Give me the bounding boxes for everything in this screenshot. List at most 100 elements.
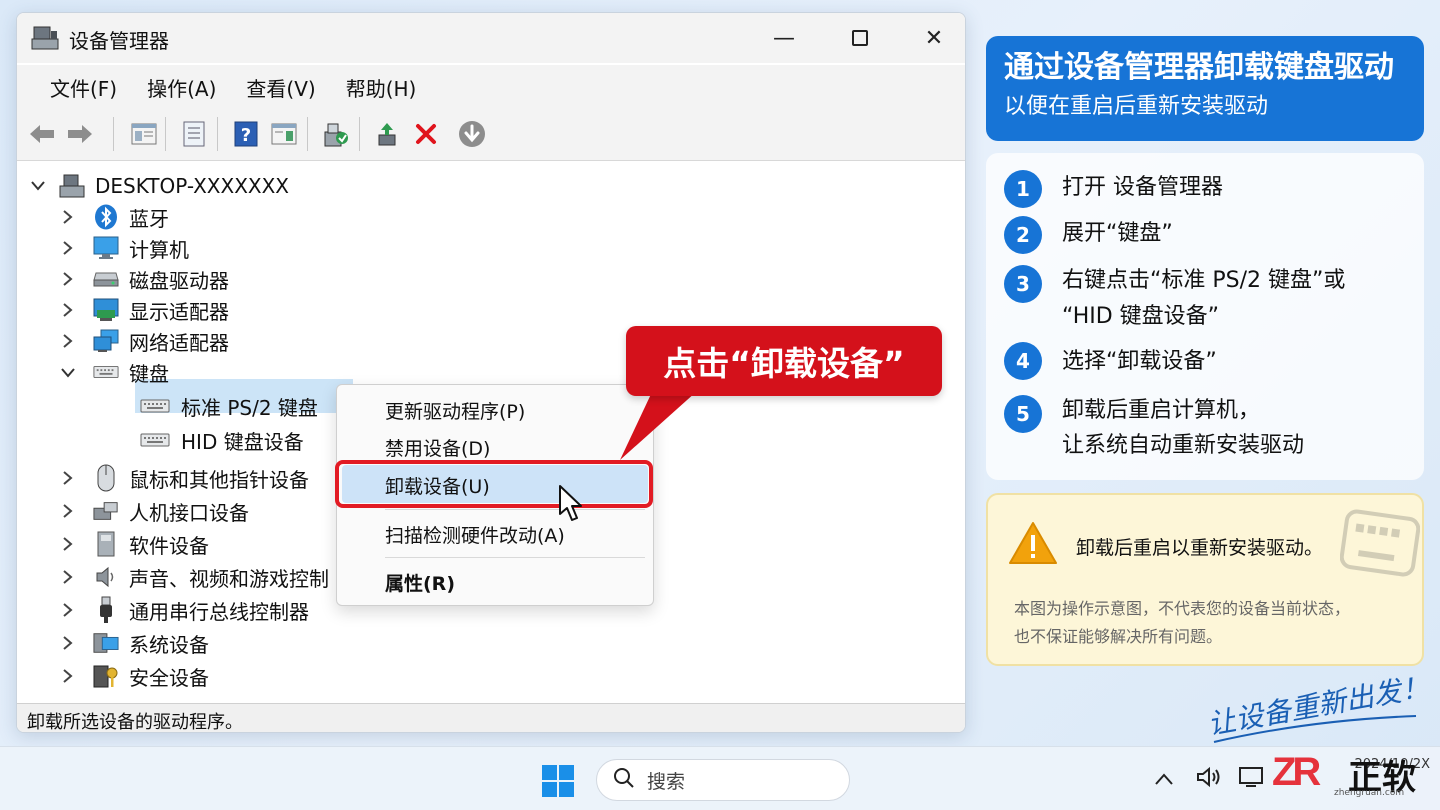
back-arrow-icon[interactable] [27, 119, 57, 149]
step-number: 3 [1004, 265, 1042, 303]
network-icon[interactable] [1238, 765, 1266, 796]
chevron-right-icon[interactable] [61, 537, 75, 551]
window-title: 设备管理器 [69, 29, 169, 53]
network-adapter-icon [93, 328, 119, 354]
security-key-icon [93, 663, 119, 689]
minimize-button[interactable]: — [761, 21, 807, 55]
menu-action[interactable]: 操作(A) [132, 65, 231, 105]
console-tree-icon[interactable] [129, 119, 159, 149]
chevron-up-icon[interactable] [1154, 767, 1174, 791]
tree-item-label: 通用串行总线控制器 [129, 599, 309, 624]
speaker-icon [93, 564, 119, 590]
disable-device-icon[interactable] [457, 119, 487, 149]
update-driver-icon[interactable] [373, 119, 403, 149]
tree-item-network[interactable]: 网络适配器 [93, 326, 229, 356]
menu-bar: 文件(F) 操作(A) 查看(V) 帮助(H) [17, 65, 965, 105]
menu-separator [385, 557, 645, 558]
windows-start-icon[interactable] [542, 765, 574, 797]
menu-update-driver[interactable]: 更新驱动程序(P) [385, 397, 525, 424]
menu-view[interactable]: 查看(V) [231, 65, 330, 105]
uninstall-x-icon[interactable] [411, 119, 441, 149]
callout-bubble: 点击“卸载设备” [626, 326, 942, 396]
tree-root-node[interactable]: DESKTOP-XXXXXXX [59, 171, 289, 201]
help-icon[interactable]: ? [231, 119, 261, 149]
tree-item-mouse[interactable]: 鼠标和其他指针设备 [93, 463, 309, 493]
tree-item-ps2-keyboard[interactable]: 标准 PS/2 键盘 [139, 391, 318, 421]
device-manager-icon [31, 25, 59, 51]
keyboard-watermark-icon [1339, 509, 1421, 581]
chevron-right-icon[interactable] [61, 241, 75, 255]
tree-item-hid-keyboard[interactable]: HID 键盘设备 [139, 425, 304, 455]
tree-item-hid[interactable]: 人机接口设备 [93, 496, 249, 526]
tree-item-software[interactable]: 软件设备 [93, 529, 209, 559]
tree-item-label: 网络适配器 [129, 330, 229, 355]
chevron-right-icon[interactable] [61, 504, 75, 518]
chevron-right-icon[interactable] [61, 636, 75, 650]
menu-disable-device[interactable]: 禁用设备(D) [385, 434, 490, 461]
menu-scan-hardware[interactable]: 扫描检测硬件改动(A) [385, 521, 565, 548]
chevron-right-icon[interactable] [61, 570, 75, 584]
chevron-down-icon[interactable] [31, 179, 45, 193]
chevron-right-icon[interactable] [61, 669, 75, 683]
chevron-right-icon[interactable] [61, 303, 75, 317]
taskbar-search[interactable]: 搜索 [596, 759, 850, 801]
tree-item-usb[interactable]: 通用串行总线控制器 [93, 595, 309, 625]
maximize-button[interactable] [837, 21, 883, 55]
system-device-icon [93, 630, 119, 656]
chevron-right-icon[interactable] [61, 471, 75, 485]
chevron-right-icon[interactable] [61, 334, 75, 348]
bluetooth-icon [93, 204, 119, 230]
step-text-line1: 卸载后重启计算机， [1062, 398, 1261, 423]
tree-item-label: 显示适配器 [129, 299, 229, 324]
keyboard-icon [139, 393, 171, 419]
step-text: 选择“卸载设备” [1062, 349, 1217, 374]
step-text-line1: 右键点击“标准 PS/2 键盘”或 [1062, 268, 1346, 293]
display-adapter-icon [93, 297, 119, 323]
close-button[interactable]: ✕ [911, 21, 957, 55]
step-text: 展开“键盘” [1062, 221, 1173, 246]
disclaimer-line2: 也不保证能够解决所有问题。 [1014, 627, 1223, 646]
volume-icon[interactable] [1196, 765, 1222, 794]
guide-subtitle: 以便在重启后重新安装驱动 [1004, 94, 1269, 119]
tree-item-label: 系统设备 [129, 632, 209, 657]
tree-item-disk[interactable]: 磁盘驱动器 [93, 264, 229, 294]
tree-item-label: 鼠标和其他指针设备 [129, 467, 309, 492]
chevron-right-icon[interactable] [61, 603, 75, 617]
keyboard-icon [93, 359, 119, 385]
tree-item-label: 软件设备 [129, 533, 209, 558]
tree-item-sound[interactable]: 声音、视频和游戏控制 [93, 562, 329, 592]
guide-steps: 1 打开 设备管理器 2 展开“键盘” 3 右键点击“标准 PS/2 键盘”或 … [986, 153, 1424, 480]
menu-help[interactable]: 帮助(H) [331, 65, 432, 105]
tree-item-label: 键盘 [129, 361, 169, 386]
search-placeholder: 搜索 [647, 770, 686, 793]
chevron-right-icon[interactable] [61, 272, 75, 286]
step-number: 4 [1004, 342, 1042, 380]
title-bar[interactable]: 设备管理器 — ✕ [17, 13, 965, 63]
highlight-red-box [335, 460, 653, 508]
step-text-line2: “HID 键盘设备” [1062, 304, 1220, 329]
tree-item-display[interactable]: 显示适配器 [93, 295, 229, 325]
tree-item-security[interactable]: 安全设备 [93, 661, 209, 691]
toolbar: ? [17, 105, 965, 161]
menu-properties[interactable]: 属性(R) [385, 569, 455, 596]
mouse-cursor-icon [558, 484, 584, 526]
mouse-icon [93, 464, 119, 492]
svg-text:?: ? [241, 125, 251, 146]
tree-item-computer[interactable]: 计算机 [93, 233, 189, 263]
scan-hardware-icon[interactable] [321, 119, 351, 149]
tree-item-label: 安全设备 [129, 665, 209, 690]
action-pane-icon[interactable] [269, 119, 299, 149]
hid-device-icon [93, 498, 119, 524]
forward-arrow-icon[interactable] [65, 119, 95, 149]
properties-icon[interactable] [179, 119, 209, 149]
tree-item-keyboard[interactable]: 键盘 [93, 357, 169, 387]
tree-item-label: HID 键盘设备 [181, 429, 304, 454]
monitor-icon [93, 235, 119, 261]
chevron-down-icon[interactable] [61, 366, 75, 380]
chevron-right-icon[interactable] [61, 210, 75, 224]
warning-icon [1008, 521, 1058, 569]
tree-item-system[interactable]: 系统设备 [93, 628, 209, 658]
menu-file[interactable]: 文件(F) [35, 65, 132, 105]
tree-item-bluetooth[interactable]: 蓝牙 [93, 202, 169, 232]
warning-box: 卸载后重启以重新安装驱动。 本图为操作示意图，不代表您的设备当前状态， 也不保证… [986, 493, 1424, 666]
